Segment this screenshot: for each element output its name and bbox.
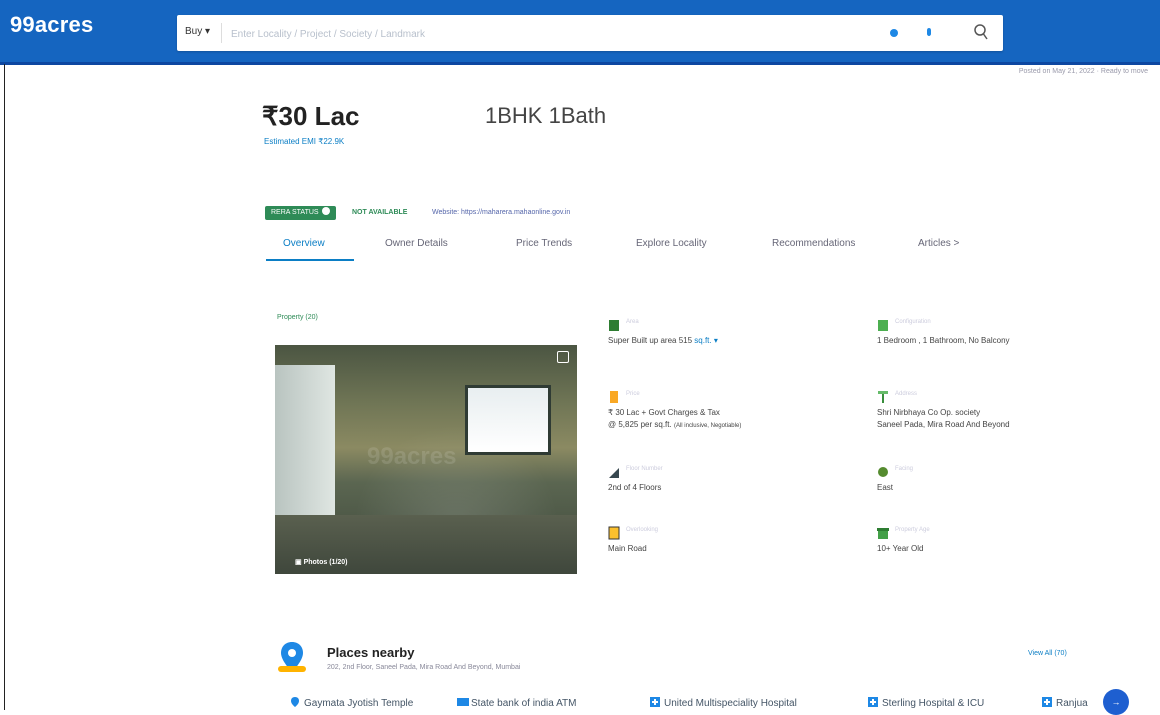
hospital-icon <box>868 697 878 707</box>
property-photos-label: Property (20) <box>277 314 318 321</box>
property-photo[interactable]: 99acres ▣ Photos (1/20) <box>275 345 577 574</box>
feature-value: Shri Nirbhaya Co Op. society <box>877 408 981 417</box>
nearby-place-chip[interactable]: Gaymata Jyotish Temple <box>290 697 413 709</box>
feature-label: Floor Number <box>626 466 663 472</box>
scroll-next-button[interactable]: → <box>1103 689 1129 715</box>
hospital-icon <box>650 697 660 707</box>
location-icon[interactable] <box>887 26 901 40</box>
section-tabs: Overview Owner Details Price Trends Expl… <box>263 234 983 264</box>
tab-explore-locality[interactable]: Explore Locality <box>636 238 707 249</box>
bed-icon <box>877 318 889 332</box>
price: ₹30 Lac <box>262 101 360 131</box>
price-note: (All inclusive, Negotiable) <box>673 423 742 429</box>
rera-status-label: RERA STATUS <box>271 209 319 216</box>
feature-value: 1 Bedroom , 1 Bathroom, No Balcony <box>877 336 1010 345</box>
feature-value: ₹ 30 Lac + Govt Charges & Tax <box>608 408 720 417</box>
nearby-place-chip[interactable]: Ranjua <box>1042 697 1088 709</box>
address-icon <box>877 390 889 404</box>
building-icon <box>877 526 889 540</box>
rera-website-link[interactable]: Website: https://maharera.mahaonline.gov… <box>432 209 570 216</box>
photo-watermark: 99acres <box>367 443 457 470</box>
nearby-place-label: United Multispeciality Hospital <box>664 698 797 709</box>
feature-label: Price <box>626 391 640 397</box>
nearby-place-chip[interactable]: United Multispeciality Hospital <box>650 697 797 709</box>
feature-value: Super Built up area 515 sq.ft. ▾ <box>608 336 718 345</box>
feature-label: Facing <box>895 466 914 472</box>
tab-recommendations[interactable]: Recommendations <box>772 238 855 249</box>
compass-icon <box>877 465 889 479</box>
page-edge-line <box>4 64 5 710</box>
active-tab-indicator <box>266 259 354 261</box>
nearby-place-label: Sterling Hospital & ICU <box>882 698 985 709</box>
zoom-icon[interactable] <box>557 351 569 363</box>
feature-label: Overlooking <box>626 527 659 533</box>
area-unit-dropdown[interactable]: sq.ft. ▾ <box>694 336 718 345</box>
location-pin-icon <box>278 640 306 679</box>
floor-icon <box>608 465 620 479</box>
feature-value: East <box>877 483 894 492</box>
tab-articles[interactable]: Articles > <box>918 238 959 249</box>
nearby-place-label: Gaymata Jyotish Temple <box>304 698 414 709</box>
nearby-place-label: Ranjua <box>1056 698 1088 709</box>
atm-icon <box>457 697 469 707</box>
info-icon[interactable] <box>321 207 330 215</box>
tab-price-trends[interactable]: Price Trends <box>516 238 572 249</box>
posted-info: Posted on May 21, 2022 · Ready to move <box>1018 68 1148 75</box>
place-pin-icon <box>290 697 300 707</box>
price-per-sqft: @ 5,825 per sq.ft. <box>608 420 672 429</box>
nearby-place-label: State bank of india ATM <box>471 698 577 709</box>
feature-value: Main Road <box>608 544 647 553</box>
photo-count-text: Photos (1/20) <box>303 559 348 566</box>
feature-value-2: Saneel Pada, Mira Road And Beyond <box>877 420 1010 429</box>
feature-label: Area <box>626 319 639 325</box>
nearby-place-chip[interactable]: State bank of india ATM <box>457 697 576 709</box>
area-icon <box>608 318 620 332</box>
hospital-icon <box>1042 697 1052 707</box>
rera-status-badge[interactable]: RERA STATUS <box>265 206 336 220</box>
feature-value: 2nd of 4 Floors <box>608 483 662 492</box>
search-bar[interactable]: Buy ▾ <box>177 15 1003 51</box>
places-address: 202, 2nd Floor, Saneel Pada, Mira Road A… <box>327 664 521 671</box>
rera-availability: NOT AVAILABLE <box>352 209 408 216</box>
site-logo[interactable]: 99acres <box>10 12 93 38</box>
feature-value: 10+ Year Old <box>877 544 924 553</box>
top-header: 99acres Buy ▾ <box>0 0 1160 65</box>
configuration-title: 1BHK 1Bath <box>485 103 607 128</box>
feature-label: Property Age <box>895 527 930 533</box>
search-icon[interactable] <box>973 23 989 46</box>
feature-label: Address <box>895 391 918 397</box>
overlooking-icon <box>608 526 620 540</box>
area-value: Super Built up area 515 <box>608 336 695 345</box>
view-all-link[interactable]: View All (70) <box>1028 650 1067 657</box>
buy-dropdown[interactable]: Buy ▾ <box>185 26 210 37</box>
feature-label: Configuration <box>895 319 931 325</box>
feature-value-2: @ 5,825 per sq.ft. (All inclusive, Negot… <box>608 420 741 429</box>
places-nearby-title: Places nearby <box>327 645 415 660</box>
price-icon <box>608 390 620 404</box>
emi-link[interactable]: Estimated EMI ₹22.9K <box>264 137 344 146</box>
search-divider <box>221 23 222 43</box>
nearby-places-list: Gaymata Jyotish Temple State bank of ind… <box>290 697 1160 710</box>
mic-icon[interactable] <box>922 26 936 40</box>
tab-overview[interactable]: Overview <box>283 238 325 249</box>
nearby-place-chip[interactable]: Sterling Hospital & ICU <box>868 697 984 709</box>
tab-owner-details[interactable]: Owner Details <box>385 238 448 249</box>
photo-count[interactable]: ▣ Photos (1/20) <box>295 558 348 566</box>
photo-window <box>465 385 551 455</box>
search-input[interactable] <box>229 23 833 45</box>
